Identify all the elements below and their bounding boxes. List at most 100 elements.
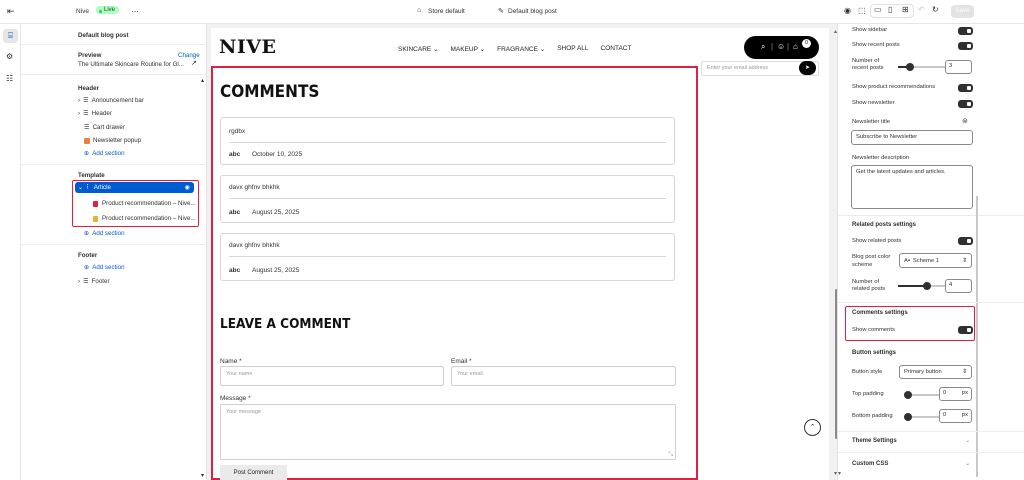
comment-date: August 25, 2025: [252, 267, 300, 274]
scroll-down-icon[interactable]: ▾: [201, 472, 204, 479]
email-placeholder: Your email: [457, 371, 483, 377]
newsletter-desc-textarea[interactable]: Get the latest updates and articles.: [851, 165, 973, 209]
preview-label: Preview: [78, 52, 102, 59]
button-style-select[interactable]: Primary button ⇕: [899, 365, 972, 379]
show-recent-posts-toggle[interactable]: [958, 42, 973, 50]
show-newsletter-toggle[interactable]: [958, 100, 973, 108]
change-preview-link[interactable]: Change: [178, 52, 200, 59]
template-selector[interactable]: Default blog post: [508, 8, 557, 15]
section-item-footer[interactable]: › ☰ Footer: [78, 278, 110, 285]
button-style-value: Primary button: [904, 369, 942, 375]
undo-icon[interactable]: ↶: [918, 5, 925, 14]
show-related-toggle[interactable]: [958, 237, 973, 245]
leave-comment-heading: LEAVE A COMMENT: [220, 316, 351, 332]
redo-icon[interactable]: ↻: [932, 5, 939, 14]
add-section-label: Add section: [92, 264, 125, 271]
add-section-header[interactable]: ⊕ Add section: [84, 150, 125, 157]
external-link-icon[interactable]: ↗: [191, 59, 197, 67]
slider-thumb[interactable]: [904, 391, 912, 399]
nav-makeup[interactable]: MAKEUP ⌄: [451, 45, 486, 53]
main-nav: SKINCARE ⌄ MAKEUP ⌄ FRAGRANCE ⌄ SHOP ALL…: [398, 45, 631, 53]
add-section-footer[interactable]: ⊕ Add section: [84, 264, 125, 271]
top-padding-input[interactable]: 0 px: [939, 387, 972, 401]
scroll-down-icon[interactable]: ▾: [838, 470, 841, 477]
chevron-right-icon[interactable]: ›: [78, 110, 80, 117]
nav-shop-all[interactable]: SHOP ALL: [557, 45, 588, 53]
sections-icon[interactable]: ⌸: [3, 29, 18, 43]
settings-gear-icon[interactable]: ⚙: [6, 52, 13, 61]
nav-contact[interactable]: CONTACT: [601, 45, 632, 53]
resize-handle-icon[interactable]: ⤡: [668, 452, 673, 459]
top-padding-value: 0: [943, 390, 947, 396]
plus-circle-icon: ⊕: [84, 230, 90, 237]
related-posts-slider[interactable]: [898, 282, 946, 290]
inspector-icon[interactable]: ⬚: [858, 6, 866, 15]
top-padding-slider[interactable]: [904, 391, 944, 399]
chevron-right-icon[interactable]: ›: [78, 97, 80, 104]
mobile-icon[interactable]: ▯: [888, 5, 892, 14]
layout-icon: ☰: [83, 278, 89, 285]
save-button[interactable]: Save: [951, 5, 974, 18]
theme-icon[interactable]: ◉: [844, 6, 851, 15]
color-scheme-select[interactable]: A▪ Scheme 1 ⇕: [899, 253, 972, 268]
email-input[interactable]: Your email: [451, 366, 676, 386]
desktop-icon[interactable]: ▭: [874, 5, 882, 14]
slider-thumb[interactable]: [923, 282, 931, 290]
recent-posts-number-input[interactable]: 3: [945, 60, 972, 74]
cart-icon[interactable]: ⌂: [793, 42, 798, 51]
post-comment-button[interactable]: Post Comment: [220, 465, 287, 480]
preview-item: The Ultimate Skincare Routine for Gl...: [78, 61, 184, 68]
newsletter-submit-button[interactable]: ➤: [799, 61, 816, 75]
bottom-padding-input[interactable]: 0 px: [939, 409, 972, 423]
show-recent-posts-label: Show recent posts: [852, 42, 900, 48]
chevron-right-icon[interactable]: ›: [78, 278, 80, 285]
plus-circle-icon: ⊕: [84, 264, 90, 271]
slider-thumb[interactable]: [904, 413, 912, 421]
theme-settings-row[interactable]: Theme Settings ⌄: [852, 438, 970, 444]
newsletter-desc-label: Newsletter description: [852, 155, 910, 161]
chevron-down-icon: ⌄: [965, 461, 970, 467]
apps-icon[interactable]: ☷: [6, 74, 13, 83]
scroll-up-icon[interactable]: ▴: [201, 77, 204, 84]
related-posts-number-input[interactable]: 4: [945, 279, 972, 293]
scroll-to-top-button[interactable]: ⌃: [804, 419, 821, 436]
section-item-announcement[interactable]: › ☰ Announcement bar: [78, 97, 144, 104]
divider: [838, 431, 1024, 432]
comment-author: abc: [229, 151, 241, 158]
bottom-padding-slider[interactable]: [904, 413, 944, 421]
add-section-template[interactable]: ⊕ Add section: [84, 230, 125, 237]
section-item-header[interactable]: › ☰ Header: [78, 110, 112, 117]
message-textarea[interactable]: Your message ⤡: [220, 404, 676, 460]
name-label: Name *: [220, 358, 242, 365]
template-icon: ✎: [498, 8, 504, 15]
show-sidebar-toggle[interactable]: [958, 27, 973, 35]
section-item-newsletter-popup[interactable]: Newsletter popup: [84, 137, 141, 144]
newsletter-title-value: Subscribe to Newsletter: [856, 134, 918, 140]
editor-topbar: ⇤ Nive Live … ⌂ Store default ✎ Default …: [0, 0, 1024, 24]
store-default-selector[interactable]: Store default: [428, 8, 465, 15]
cart-count-badge: 0: [802, 39, 811, 48]
exit-icon[interactable]: ⇤: [7, 6, 15, 17]
nav-fragrance[interactable]: FRAGRANCE ⌄: [497, 45, 545, 53]
highlight-box: [845, 306, 975, 341]
account-icon[interactable]: ☺: [777, 42, 785, 51]
dynamic-source-icon[interactable]: ⊜: [962, 117, 968, 125]
show-newsletter-label: Show newsletter: [852, 100, 895, 106]
section-label: Announcement bar: [91, 97, 144, 104]
live-badge: Live: [96, 6, 120, 14]
settings-scrollbar[interactable]: [976, 196, 978, 477]
store-logo[interactable]: NIVE: [219, 36, 276, 58]
comment-text: davx ghfnv bhkhk: [229, 184, 280, 191]
search-icon[interactable]: ⌕: [761, 42, 765, 52]
divider: [838, 302, 1024, 303]
name-input[interactable]: Your name: [220, 366, 444, 386]
slider-thumb[interactable]: [906, 63, 914, 71]
nav-skincare[interactable]: SKINCARE ⌄: [398, 45, 439, 53]
recent-posts-slider[interactable]: [898, 63, 946, 71]
section-item-cart-drawer[interactable]: ☰ Cart drawer: [84, 124, 125, 131]
show-product-recs-toggle[interactable]: [958, 84, 973, 92]
more-actions-button[interactable]: …: [131, 5, 139, 14]
fullscreen-icon[interactable]: ⊞: [902, 5, 909, 14]
custom-css-row[interactable]: Custom CSS ⌄: [852, 461, 970, 467]
newsletter-title-input[interactable]: Subscribe to Newsletter: [851, 130, 973, 145]
